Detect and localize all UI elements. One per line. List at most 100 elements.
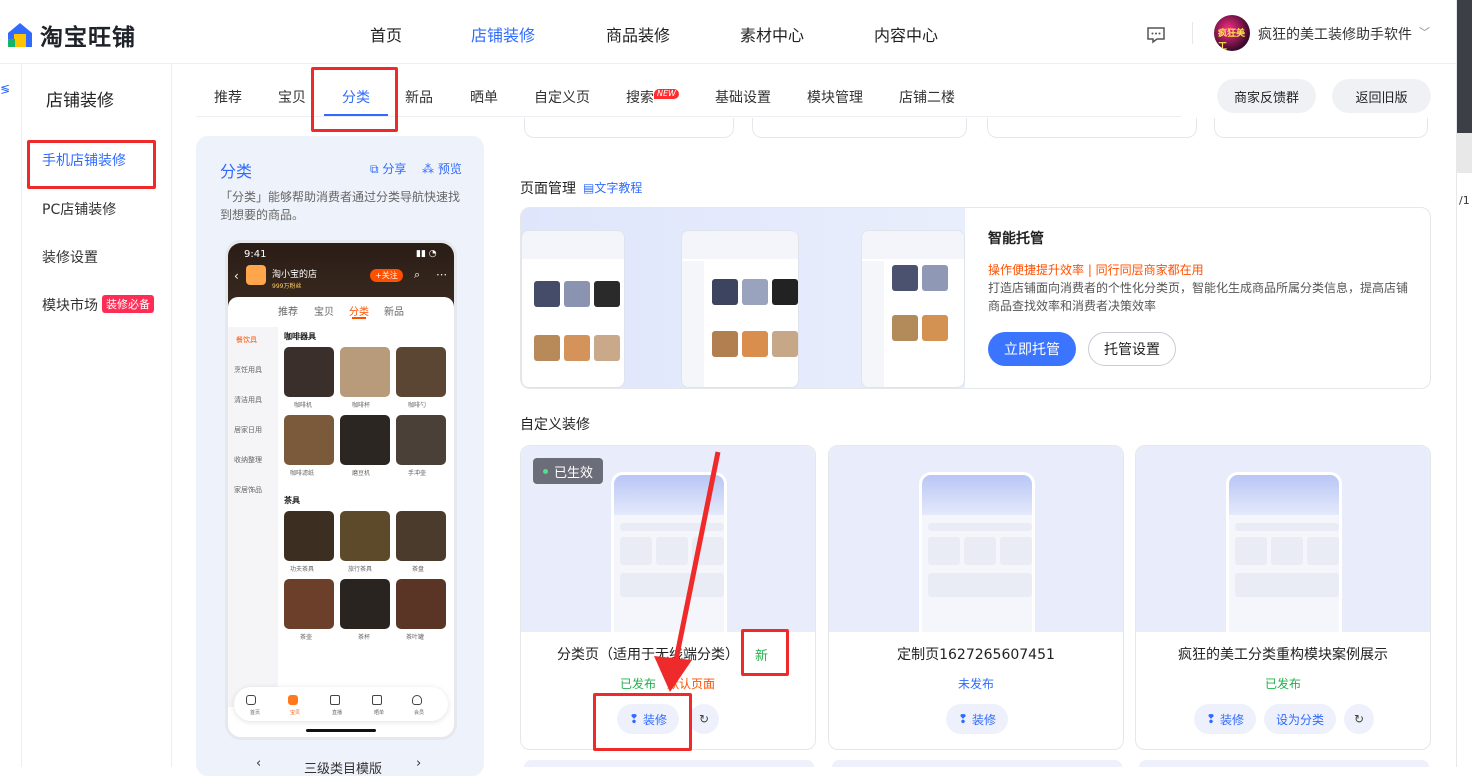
phone-tab: 新品 xyxy=(384,307,404,318)
return-old-version-button[interactable]: 返回旧版 xyxy=(1332,79,1431,113)
brand-name: 淘宝旺铺 xyxy=(40,25,136,51)
divider xyxy=(1192,22,1193,44)
mini-cat-list xyxy=(682,261,704,387)
sidebar-item-module-market[interactable]: 模块市场 装修必备 xyxy=(42,295,154,315)
tab-items[interactable]: 宝贝 xyxy=(278,87,306,107)
phone-cat: 收纳整理 xyxy=(234,456,262,464)
sidebar-item-pc-decoration[interactable]: PC店铺装修 xyxy=(42,199,116,219)
mock-header xyxy=(1229,475,1339,515)
expand-icon[interactable]: ≶ xyxy=(0,82,10,96)
phone-cat: 清洁用具 xyxy=(234,396,262,404)
nav-content-center[interactable]: 内容中心 xyxy=(874,22,938,46)
tab-custom-page[interactable]: 自定义页 xyxy=(534,87,590,107)
hosting-settings-button[interactable]: 托管设置 xyxy=(1088,332,1176,366)
product-image xyxy=(340,347,390,397)
smart-hosting-title: 智能托管 xyxy=(988,231,1044,247)
mock-block xyxy=(964,537,996,565)
phone-cat: 烹饪用具 xyxy=(234,366,262,374)
product-label: 功夫茶具 xyxy=(290,566,315,573)
nav-store-decoration[interactable]: 店铺装修 xyxy=(471,22,535,46)
phone-mockup: 9:41 ▮▮ ◔ ‹ 淘小宝的店 999万粉丝 +关注 ⌕ ⋯ 推荐 宝贝 分… xyxy=(225,240,457,740)
sidebar-item-label: 模块市场 xyxy=(42,298,98,314)
refresh-button[interactable]: ↻ xyxy=(1344,704,1374,734)
bag-icon xyxy=(288,695,298,705)
sidebar-item-decoration-settings[interactable]: 装修设置 xyxy=(42,247,98,267)
thumb xyxy=(772,331,798,357)
feedback-group-button[interactable]: 商家反馈群 xyxy=(1217,79,1316,113)
bottom-nav-label: 直播 xyxy=(332,710,343,716)
nav-product-decoration[interactable]: 商品装修 xyxy=(606,22,670,46)
smart-hosting-illustration xyxy=(521,208,965,388)
avatar[interactable]: 疯狂美工 xyxy=(1214,15,1250,51)
next-template-icon[interactable]: › xyxy=(416,756,421,771)
product-image xyxy=(284,347,334,397)
product-image xyxy=(284,415,334,465)
tab-module-management[interactable]: 模块管理 xyxy=(807,87,863,107)
decorate-button[interactable]: ❢ 装修 xyxy=(1194,704,1256,734)
chevron-down-icon[interactable]: ﹀ xyxy=(1419,24,1430,40)
tab-search[interactable]: 搜索 NEW xyxy=(626,87,679,107)
more-icon: ⋯ xyxy=(436,268,447,281)
phone-cat: 家居饰品 xyxy=(234,486,262,494)
card-status: 已发布 xyxy=(1264,677,1301,691)
tab-reviews[interactable]: 晒单 xyxy=(470,87,498,107)
product-label: 茶叶罐 xyxy=(406,634,425,641)
product-image xyxy=(396,511,446,561)
bottom-nav-label: 宝贝 xyxy=(290,710,301,716)
preview-link[interactable]: ⁂ 预览 xyxy=(422,160,462,177)
bottom-nav-label: 晒单 xyxy=(374,710,385,716)
doc-link-label: 文字教程 xyxy=(594,181,643,195)
collapse-strip[interactable]: ≶ xyxy=(0,64,22,767)
edge-gray xyxy=(1457,133,1472,173)
decorate-button[interactable]: ❢ 装修 xyxy=(946,704,1008,734)
mini-phone-header xyxy=(682,231,798,259)
product-label: 茶盘 xyxy=(412,566,425,573)
decorate-button[interactable]: ❢ 装修 xyxy=(617,704,679,734)
product-image xyxy=(340,579,390,629)
annotation-arrow xyxy=(654,451,721,692)
tab-recommend[interactable]: 推荐 xyxy=(214,87,242,107)
share-label: 分享 xyxy=(382,162,407,176)
card-remnant xyxy=(987,118,1197,138)
page-card-illustration xyxy=(1136,446,1430,632)
nav-home[interactable]: 首页 xyxy=(370,22,402,46)
tab-new[interactable]: 新品 xyxy=(405,87,433,107)
thumb xyxy=(594,281,620,307)
mini-phone xyxy=(521,230,625,388)
nav-material-center[interactable]: 素材中心 xyxy=(740,22,804,46)
thumb xyxy=(892,315,918,341)
custom-decoration-title: 自定义装修 xyxy=(520,417,590,433)
user-name[interactable]: 疯狂的美工装修助手软件 xyxy=(1258,24,1412,44)
brush-icon: ❢ xyxy=(958,712,969,726)
start-hosting-button[interactable]: 立即托管 xyxy=(988,332,1076,366)
refresh-icon: ↻ xyxy=(1353,712,1365,726)
smart-hosting-highlight: 操作便捷提升效率 | 同行同层商家都在用 xyxy=(988,263,1204,277)
page-phone-mockup xyxy=(1226,472,1342,632)
tab-store-second-floor[interactable]: 店铺二楼 xyxy=(899,87,955,107)
sidebar: 店铺装修 手机店铺装修 PC店铺装修 装修设置 模块市场 装修必备 xyxy=(22,64,172,767)
share-icon: ⧉ xyxy=(370,162,379,176)
refresh-button[interactable]: ↻ xyxy=(689,704,719,734)
mini-cat-list xyxy=(862,261,884,387)
text-tutorial-link[interactable]: ▤文字教程 xyxy=(583,179,642,196)
back-icon: ‹ xyxy=(234,269,239,283)
mini-phone-header xyxy=(862,231,964,259)
share-link[interactable]: ⧉ 分享 xyxy=(370,160,406,177)
tab-category[interactable]: 分类 xyxy=(342,87,370,107)
card-remnant xyxy=(832,760,1122,767)
brand-logo[interactable]: 淘宝旺铺 xyxy=(6,18,136,52)
product-label: 咖啡滤纸 xyxy=(290,470,315,477)
product-label: 旅行茶具 xyxy=(348,566,373,573)
page-management-title: 页面管理 xyxy=(520,181,576,197)
mock-block xyxy=(928,573,1032,597)
set-category-button[interactable]: 设为分类 xyxy=(1264,704,1336,734)
tab-basic-settings[interactable]: 基础设置 xyxy=(715,87,771,107)
phone-tab-indicator xyxy=(352,317,366,319)
sidebar-item-mobile-decoration[interactable]: 手机店铺装修 xyxy=(42,150,126,170)
prev-template-icon[interactable]: ‹ xyxy=(256,756,261,771)
review-icon xyxy=(372,695,382,705)
thumb xyxy=(922,265,948,291)
mock-block xyxy=(1235,573,1339,597)
card-name: 疯狂的美工分类重构模块案例展示 xyxy=(1178,647,1388,663)
message-icon[interactable] xyxy=(1146,26,1166,44)
